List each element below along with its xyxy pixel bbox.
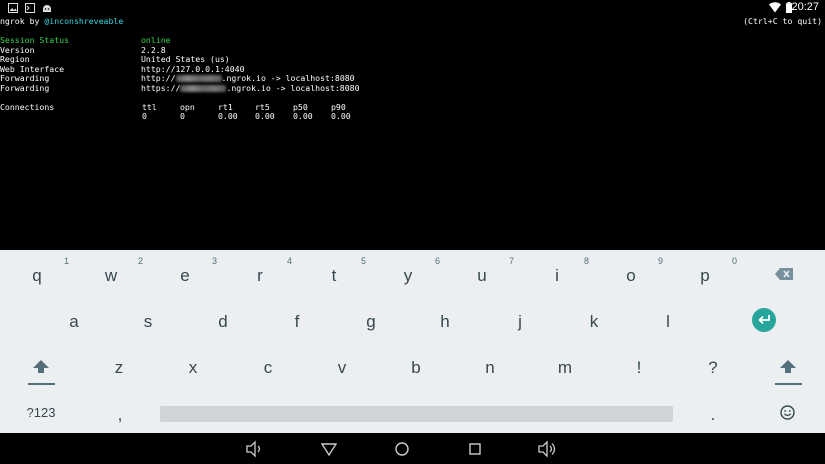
key-f[interactable]: f	[277, 307, 317, 337]
key-hint-7: 7	[509, 256, 515, 266]
key-hint-0: 0	[732, 256, 738, 266]
key-hint-4: 4	[287, 256, 293, 266]
symbols-key[interactable]: ?123	[21, 398, 61, 428]
key-h[interactable]: h	[425, 307, 465, 337]
author-handle: @inconshreveable	[44, 16, 124, 26]
conn-value-ttl: 0	[142, 111, 147, 121]
key-p[interactable]: p	[685, 261, 725, 291]
conn-value-p90: 0.00	[331, 111, 351, 121]
shift-left-indicator	[28, 383, 55, 385]
key-hint-1: 1	[64, 256, 70, 266]
key-t[interactable]: t	[314, 261, 354, 291]
key-n[interactable]: n	[470, 353, 510, 383]
redacted-subdomain	[175, 75, 222, 83]
volume-up-icon[interactable]	[537, 439, 557, 459]
forwarding-value-https: https://.ngrok.io -> localhost:8080	[141, 83, 360, 93]
key-hint-9: 9	[658, 256, 664, 266]
terminal-icon	[25, 3, 35, 13]
conn-value-rt1: 0.00	[218, 111, 238, 121]
volume-down-icon[interactable]	[245, 439, 265, 459]
key-c[interactable]: c	[248, 353, 288, 383]
key-b[interactable]: b	[396, 353, 436, 383]
return-arrow-icon	[758, 315, 770, 325]
navigation-bar	[0, 433, 825, 464]
clock: 20:27	[791, 1, 819, 13]
shift-right-indicator	[775, 383, 802, 385]
key-r[interactable]: r	[240, 261, 280, 291]
recents-icon[interactable]	[465, 439, 485, 459]
android-icon	[43, 5, 51, 12]
key-comma[interactable]: ,	[100, 400, 140, 430]
key-x[interactable]: x	[173, 353, 213, 383]
key-j[interactable]: j	[500, 307, 540, 337]
key-question[interactable]: ?	[693, 353, 733, 383]
terminal-output[interactable]: ngrok by @inconshreveable (Ctrl+C to qui…	[0, 16, 825, 249]
key-hint-2: 2	[138, 256, 144, 266]
soft-keyboard: q w e r t y u i o p 1 2 3 4 5 6 7 8 9 0 …	[0, 250, 825, 433]
key-a[interactable]: a	[54, 307, 94, 337]
space-bar[interactable]	[160, 406, 673, 422]
key-period[interactable]: .	[693, 400, 733, 430]
connections-label: Connections	[0, 101, 55, 112]
redacted-subdomain	[180, 85, 227, 92]
forwarding-label-https: Forwarding	[0, 83, 50, 93]
key-i[interactable]: i	[537, 261, 577, 291]
wifi-icon	[769, 2, 781, 13]
shift-left-icon[interactable]	[33, 360, 49, 374]
key-m[interactable]: m	[545, 353, 585, 383]
key-hint-3: 3	[212, 256, 218, 266]
backspace-icon[interactable]	[775, 268, 793, 280]
key-z[interactable]: z	[99, 353, 139, 383]
terminal-title: ngrok by @inconshreveable	[0, 16, 124, 26]
key-g[interactable]: g	[351, 307, 391, 337]
key-k[interactable]: k	[574, 307, 614, 337]
key-w[interactable]: w	[91, 261, 131, 291]
key-q[interactable]: q	[17, 261, 57, 291]
image-icon	[8, 3, 18, 13]
enter-button[interactable]	[752, 308, 776, 332]
key-hint-5: 5	[361, 256, 367, 266]
key-u[interactable]: u	[462, 261, 502, 291]
key-e[interactable]: e	[165, 261, 205, 291]
home-icon[interactable]	[392, 439, 412, 459]
key-hint-8: 8	[584, 256, 590, 266]
key-v[interactable]: v	[322, 353, 362, 383]
status-bar: 20:27	[0, 0, 825, 15]
back-icon[interactable]	[319, 439, 339, 459]
emoji-icon[interactable]	[780, 405, 795, 420]
key-exclamation[interactable]: !	[619, 353, 659, 383]
conn-value-p50: 0.00	[293, 111, 313, 121]
key-o[interactable]: o	[611, 261, 651, 291]
key-y[interactable]: y	[388, 261, 428, 291]
shift-right-icon[interactable]	[780, 360, 796, 374]
key-l[interactable]: l	[648, 307, 688, 337]
key-hint-6: 6	[435, 256, 441, 266]
key-d[interactable]: d	[203, 307, 243, 337]
conn-value-opn: 0	[180, 111, 185, 121]
quit-hint: (Ctrl+C to quit)	[743, 16, 822, 26]
conn-value-rt5: 0.00	[255, 111, 275, 121]
key-s[interactable]: s	[128, 307, 168, 337]
